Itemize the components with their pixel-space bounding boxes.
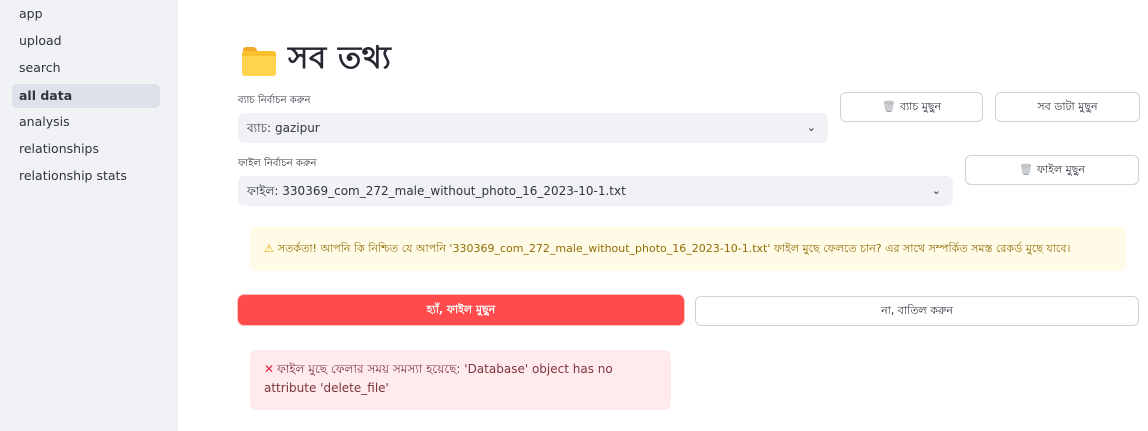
confirm-delete-label: হ্যাঁ, ফাইল মুছুন <box>426 303 496 316</box>
error-text: ফাইল মুছে ফেলার সময় সমস্যা হয়েছে: 'Dat… <box>264 362 613 395</box>
sidebar-item-analysis[interactable]: analysis <box>12 110 160 134</box>
file-select-label: ফাইল নির্বাচন করুন <box>238 158 317 169</box>
cancel-label: না, বাতিল করুন <box>881 304 953 317</box>
batch-select-label: ব্যাচ নির্বাচন করুন <box>238 95 311 106</box>
confirm-delete-file-button[interactable]: হ্যাঁ, ফাইল মুছুন <box>238 295 684 325</box>
sidebar: app upload search all data analysis rela… <box>0 0 178 431</box>
sidebar-item-relationships[interactable]: relationships <box>12 137 160 161</box>
warning-icon: ⚠ <box>264 242 274 255</box>
error-alert: ✕ ফাইল মুছে ফেলার সময় সমস্যা হয়েছে: 'Da… <box>250 350 671 410</box>
sidebar-item-upload[interactable]: upload <box>12 29 160 53</box>
x-icon: ✕ <box>264 362 275 376</box>
batch-select[interactable]: ব্যাচ: gazipur ⌄ <box>238 113 828 143</box>
page-title: সব তথ্য <box>288 40 392 76</box>
page-title-row: সব তথ্য <box>242 36 391 84</box>
sidebar-item-search[interactable]: search <box>12 56 160 80</box>
file-select[interactable]: ফাইল: 330369_com_272_male_without_photo_… <box>238 176 953 206</box>
warning-text: সতর্কতা! আপনি কি নিশ্চিত যে আপনি '330369… <box>277 242 1071 255</box>
delete-file-label: ফাইল মুছুন <box>1036 163 1085 176</box>
trash-icon: 🗑 <box>881 100 896 113</box>
cancel-button[interactable]: না, বাতিল করুন <box>695 296 1139 326</box>
delete-all-data-label: সব ডাটা মুছুন <box>1037 100 1098 113</box>
folder-icon <box>242 47 276 77</box>
delete-file-button[interactable]: 🗑 ফাইল মুছুন <box>965 155 1139 185</box>
chevron-down-icon: ⌄ <box>931 184 941 197</box>
file-select-value: ফাইল: 330369_com_272_male_without_photo_… <box>247 184 626 198</box>
delete-all-data-button[interactable]: সব ডাটা মুছুন <box>995 92 1140 122</box>
delete-batch-button[interactable]: 🗑 ব্যাচ মুছুন <box>840 92 983 122</box>
trash-icon: 🗑 <box>1019 163 1033 176</box>
delete-batch-label: ব্যাচ মুছুন <box>899 100 942 113</box>
sidebar-item-relationship-stats[interactable]: relationship stats <box>12 164 160 188</box>
batch-select-value: ব্যাচ: gazipur <box>247 121 320 135</box>
sidebar-item-all-data[interactable]: all data <box>12 84 160 108</box>
warning-alert: ⚠ সতর্কতা! আপনি কি নিশ্চিত যে আপনি '33036… <box>250 227 1126 271</box>
sidebar-item-app[interactable]: app <box>12 2 160 26</box>
chevron-down-icon: ⌄ <box>806 121 816 134</box>
main-content: সব তথ্য ব্যাচ নির্বাচন করুন ব্যাচ: gazip… <box>178 0 1148 431</box>
